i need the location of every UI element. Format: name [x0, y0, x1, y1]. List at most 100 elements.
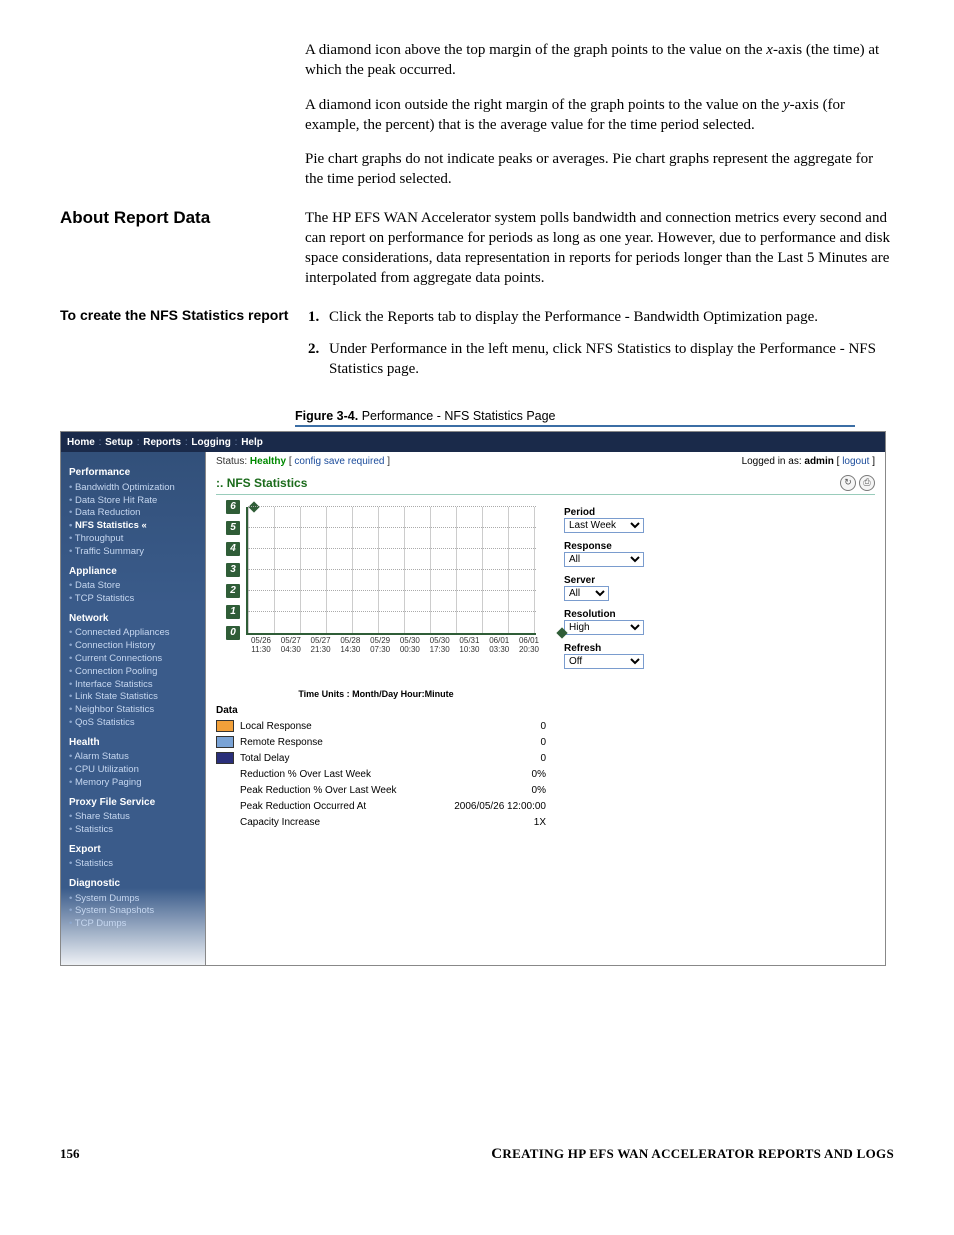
step-2: Under Performance in the left menu, clic…	[323, 339, 894, 380]
sidebar-item[interactable]: Statistics	[69, 858, 199, 871]
sidebar-group-health: Health	[69, 736, 199, 750]
data-row: Capacity Increase1X	[216, 814, 546, 830]
data-row: Reduction % Over Last Week0%	[216, 766, 546, 782]
figure-screenshot: Home : Setup : Reports : Logging : Help …	[60, 431, 886, 966]
logout-link[interactable]: logout	[842, 456, 869, 467]
figure-caption: Figure 3-4. Performance - NFS Statistics…	[295, 409, 855, 427]
sidebar-item[interactable]: Connection History	[69, 640, 199, 653]
sidebar-item[interactable]: Link State Statistics	[69, 691, 199, 704]
sidebar-item[interactable]: TCP Dumps	[69, 918, 199, 931]
status-value: Healthy	[250, 456, 286, 467]
control-label-resolution: Resolution	[564, 609, 644, 620]
data-table: Data Local Response0Remote Response0Tota…	[216, 705, 546, 830]
page-footer: 156 CREATING HP EFS WAN ACCELERATOR REPO…	[60, 1146, 894, 1163]
x-tick: 06/0103:30	[484, 637, 514, 655]
data-row: Peak Reduction % Over Last Week0%	[216, 782, 546, 798]
top-nav-bar: Home : Setup : Reports : Logging : Help	[61, 432, 885, 452]
sidebar-item[interactable]: Current Connections	[69, 653, 199, 666]
para-about: The HP EFS WAN Accelerator system polls …	[305, 208, 894, 289]
sidebar-group-performance: Performance	[69, 466, 199, 480]
footer-title: CREATING HP EFS WAN ACCELERATOR REPORTS …	[295, 1146, 894, 1163]
para-pie: Pie chart graphs do not indicate peaks o…	[305, 149, 894, 190]
y-tick: 6	[226, 500, 240, 514]
nav-home[interactable]: Home	[67, 437, 95, 448]
x-tick: 05/2814:30	[335, 637, 365, 655]
y-tick: 5	[226, 521, 240, 535]
sidebar-item[interactable]: Memory Paging	[69, 777, 199, 790]
sidebar-group-diagnostic: Diagnostic	[69, 877, 199, 891]
content-area: Status: Healthy [ config save required ]…	[206, 452, 885, 965]
control-label-server: Server	[564, 575, 644, 586]
x-tick: 05/3110:30	[454, 637, 484, 655]
page-title: :. NFS Statistics	[216, 476, 307, 490]
logged-in-text: Logged in as: admin [ logout ]	[742, 456, 875, 467]
select-server[interactable]: All	[564, 586, 609, 601]
legend-swatch	[216, 720, 234, 732]
print-icon[interactable]: ⎙	[859, 475, 875, 491]
sidebar-group-network: Network	[69, 612, 199, 626]
page-action-icons[interactable]: ↻⎙	[837, 475, 875, 491]
step-1: Click the Reports tab to display the Per…	[323, 307, 894, 327]
select-period[interactable]: Last Week	[564, 518, 644, 533]
data-row: Remote Response0	[216, 734, 546, 750]
sidebar-item[interactable]: Data Reduction	[69, 507, 199, 520]
x-axis-units-label: Time Units : Month/Day Hour:Minute	[216, 689, 536, 699]
nav-reports[interactable]: Reports	[143, 437, 181, 448]
top-nav[interactable]: Home : Setup : Reports : Logging : Help	[67, 437, 263, 448]
sidebar-item[interactable]: Bandwidth Optimization	[69, 482, 199, 495]
sidebar-item[interactable]: Data Store	[69, 580, 199, 593]
select-refresh[interactable]: Off	[564, 654, 644, 669]
x-tick: 05/2721:30	[306, 637, 336, 655]
nfs-stats-chart: 0123456 05/2611:3005/2704:3005/2721:3005…	[224, 507, 536, 657]
sidebar-item[interactable]: Statistics	[69, 824, 199, 837]
x-tick: 06/0120:30	[514, 637, 544, 655]
data-row: Peak Reduction Occurred At2006/05/26 12:…	[216, 798, 546, 814]
heading-create-nfs: To create the NFS Statistics report	[60, 307, 295, 323]
y-tick: 1	[226, 605, 240, 619]
sidebar-item[interactable]: System Dumps	[69, 893, 199, 906]
para-diamond-y: A diamond icon outside the right margin …	[305, 95, 894, 136]
select-resolution[interactable]: High	[564, 620, 644, 635]
sidebar-group-export: Export	[69, 843, 199, 857]
sidebar-item[interactable]: Data Store Hit Rate	[69, 495, 199, 508]
sidebar-item[interactable]: Connected Appliances	[69, 627, 199, 640]
sidebar-item[interactable]: CPU Utilization	[69, 764, 199, 777]
page-number: 156	[60, 1146, 295, 1163]
x-tick: 05/3000:30	[395, 637, 425, 655]
x-tick: 05/2611:30	[246, 637, 276, 655]
sidebar-group-appliance: Appliance	[69, 565, 199, 579]
select-response[interactable]: All	[564, 552, 644, 567]
sidebar-item[interactable]: Traffic Summary	[69, 546, 199, 559]
sidebar-group-proxy-file-service: Proxy File Service	[69, 796, 199, 810]
nav-logging[interactable]: Logging	[191, 437, 230, 448]
x-tick: 05/2704:30	[276, 637, 306, 655]
chart-controls: PeriodLast WeekResponseAllServerAllResol…	[564, 507, 644, 830]
y-tick: 2	[226, 584, 240, 598]
legend-swatch	[216, 752, 234, 764]
heading-about-report-data: About Report Data	[60, 208, 295, 228]
sidebar-item[interactable]: Connection Pooling	[69, 666, 199, 679]
x-tick: 05/2907:30	[365, 637, 395, 655]
sidebar-item[interactable]: QoS Statistics	[69, 717, 199, 730]
sidebar-item[interactable]: Interface Statistics	[69, 679, 199, 692]
sidebar-item[interactable]: Neighbor Statistics	[69, 704, 199, 717]
legend-swatch	[216, 736, 234, 748]
x-tick: 05/3017:30	[425, 637, 455, 655]
data-row: Local Response0	[216, 718, 546, 734]
control-label-refresh: Refresh	[564, 643, 644, 654]
sidebar-item[interactable]: NFS Statistics «	[69, 520, 199, 533]
nav-setup[interactable]: Setup	[105, 437, 133, 448]
left-sidebar[interactable]: PerformanceBandwidth OptimizationData St…	[61, 452, 206, 965]
sidebar-item[interactable]: System Snapshots	[69, 905, 199, 918]
control-label-response: Response	[564, 541, 644, 552]
steps-list: Click the Reports tab to display the Per…	[305, 307, 894, 380]
y-tick: 3	[226, 563, 240, 577]
config-save-link[interactable]: config save required	[294, 456, 384, 467]
sidebar-item[interactable]: Alarm Status	[69, 751, 199, 764]
sidebar-item[interactable]: Share Status	[69, 811, 199, 824]
sidebar-item[interactable]: TCP Statistics	[69, 593, 199, 606]
sidebar-item[interactable]: Throughput	[69, 533, 199, 546]
refresh-icon[interactable]: ↻	[840, 475, 856, 491]
y-tick: 4	[226, 542, 240, 556]
nav-help[interactable]: Help	[241, 437, 263, 448]
